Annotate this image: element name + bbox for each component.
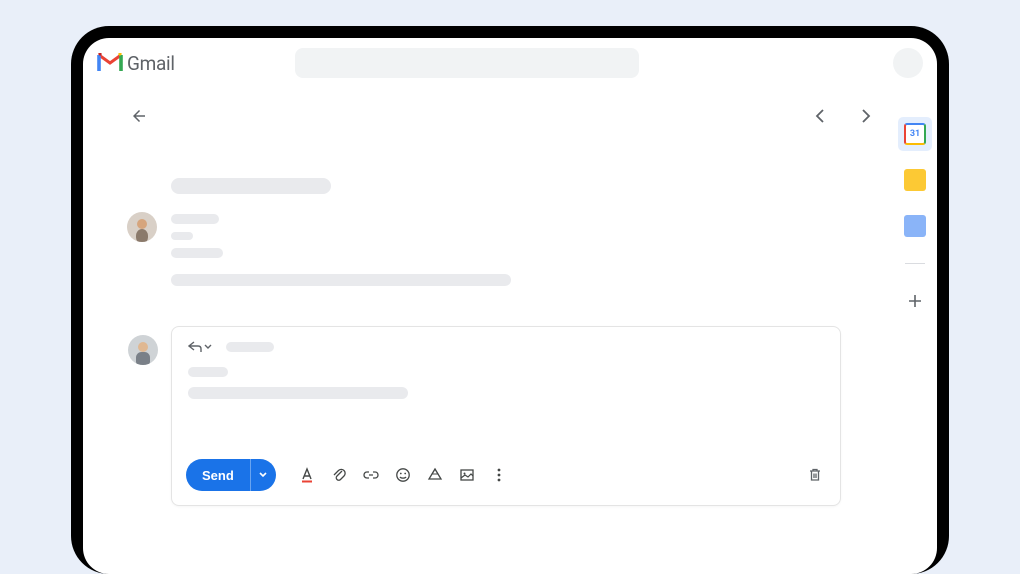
reply-line-1 <box>188 367 228 377</box>
account-avatar[interactable] <box>893 48 923 78</box>
image-icon[interactable] <box>456 464 478 486</box>
reply-header <box>172 327 840 359</box>
sender-avatar[interactable] <box>127 212 157 242</box>
reply-composer[interactable]: Send <box>171 326 841 506</box>
thread-toolbar <box>93 88 881 144</box>
side-panel-divider <box>905 263 925 264</box>
send-button-group: Send <box>186 459 276 491</box>
side-panel: 31 <box>893 88 937 574</box>
reply-line-2 <box>188 387 408 399</box>
reply-type-dropdown[interactable] <box>188 341 212 353</box>
discard-draft-icon[interactable] <box>804 464 826 486</box>
pager <box>811 107 875 125</box>
get-addons-button[interactable] <box>904 290 926 312</box>
thread-view: Send <box>93 178 881 506</box>
calendar-app-button[interactable]: 31 <box>904 123 926 145</box>
device-frame: Gmail <box>71 26 949 574</box>
emoji-icon[interactable] <box>392 464 414 486</box>
formatting-icon[interactable] <box>296 464 318 486</box>
drive-icon[interactable] <box>424 464 446 486</box>
recipient-placeholder <box>171 232 193 240</box>
link-icon[interactable] <box>360 464 382 486</box>
back-button[interactable] <box>127 104 151 128</box>
reply-recipient-placeholder <box>226 342 274 352</box>
subject-placeholder <box>171 178 331 194</box>
header-bar: Gmail <box>83 38 937 88</box>
reply-body[interactable] <box>172 359 840 449</box>
formatting-toolbar <box>296 464 510 486</box>
attach-icon[interactable] <box>328 464 350 486</box>
my-avatar[interactable] <box>128 335 158 365</box>
gmail-logo-icon <box>97 53 123 73</box>
calendar-icon: 31 <box>904 123 926 145</box>
keep-app-button[interactable] <box>904 169 926 191</box>
contacts-app-button[interactable] <box>904 215 926 237</box>
reply-footer: Send <box>172 449 840 505</box>
message-body <box>171 212 511 286</box>
sender-name-placeholder <box>171 214 219 224</box>
snippet-line-1 <box>171 248 223 258</box>
gmail-logo[interactable]: Gmail <box>97 52 175 75</box>
newer-button[interactable] <box>857 107 875 125</box>
send-button[interactable]: Send <box>186 459 250 491</box>
message-item[interactable] <box>127 212 871 286</box>
older-button[interactable] <box>811 107 829 125</box>
more-options-icon[interactable] <box>488 464 510 486</box>
main-content: Send <box>83 88 893 574</box>
app-screen: Gmail <box>83 38 937 574</box>
send-options-button[interactable] <box>250 459 276 491</box>
search-input[interactable] <box>295 48 639 78</box>
snippet-line-2 <box>171 274 511 286</box>
gmail-logo-text: Gmail <box>127 52 175 75</box>
